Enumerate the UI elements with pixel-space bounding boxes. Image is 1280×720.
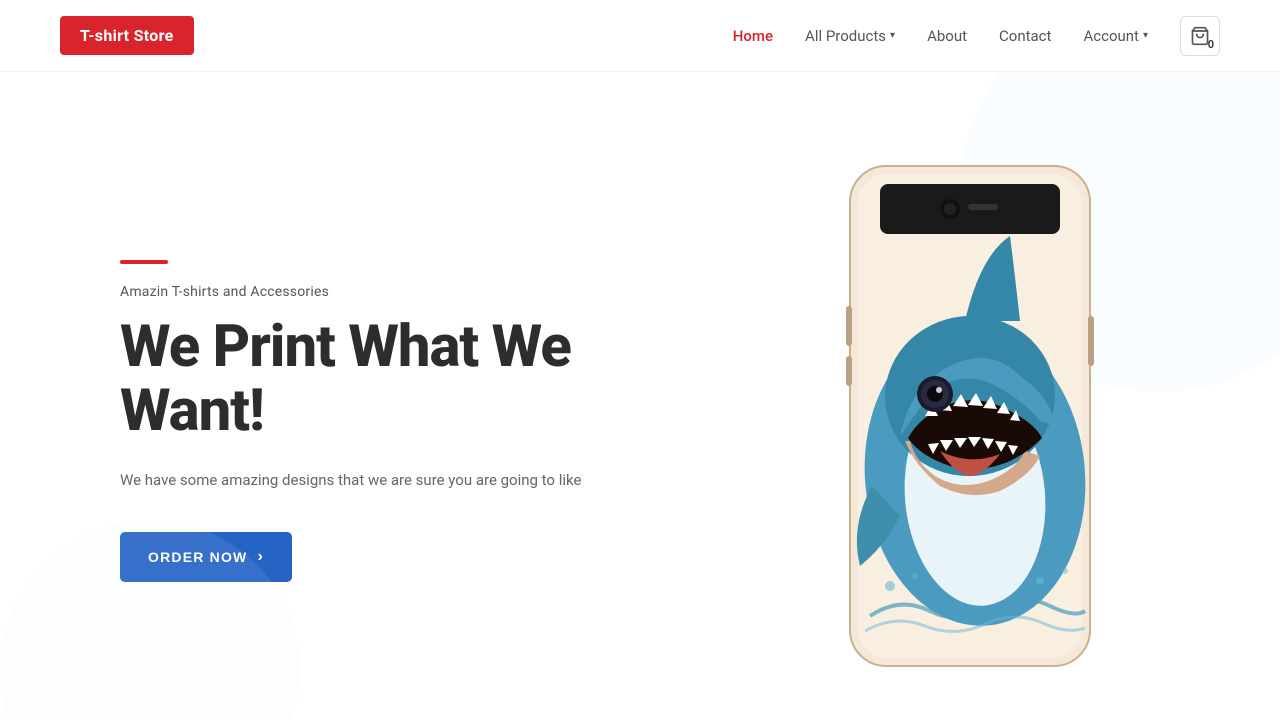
arrow-right-icon: ›: [257, 548, 264, 566]
nav-account-label: Account: [1083, 27, 1139, 45]
nav-account[interactable]: Account ▾: [1083, 27, 1148, 45]
chevron-down-icon-account: ▾: [1143, 30, 1148, 41]
hero-image: [720, 112, 1220, 720]
header: T-shirt Store Home All Products ▾ About …: [0, 0, 1280, 72]
hero-description: We have some amazing designs that we are…: [120, 468, 640, 492]
hero-title: We Print What We Want!: [120, 316, 640, 444]
logo[interactable]: T-shirt Store: [60, 16, 194, 55]
hero-title-line2: Want!: [120, 377, 264, 445]
chevron-down-icon: ▾: [890, 30, 895, 41]
hero-divider: [120, 260, 168, 264]
nav-products[interactable]: All Products ▾: [805, 27, 895, 45]
order-btn-label: ORDER NOW: [148, 549, 247, 565]
hero-subtitle: Amazin T-shirts and Accessories: [120, 284, 640, 300]
nav-about[interactable]: About: [927, 27, 967, 45]
nav-products-label: All Products: [805, 27, 886, 45]
hero-title-line1: We Print What We: [120, 313, 571, 381]
main-nav: Home All Products ▾ About Contact Accoun…: [733, 16, 1220, 56]
nav-home[interactable]: Home: [733, 27, 773, 45]
cart-count: 0: [1208, 38, 1214, 51]
phone-mockup-illustration: [820, 156, 1120, 676]
nav-contact[interactable]: Contact: [999, 27, 1051, 45]
order-now-button[interactable]: ORDER NOW ›: [120, 532, 292, 582]
hero-content: Amazin T-shirts and Accessories We Print…: [120, 250, 640, 582]
cart-button[interactable]: 0: [1180, 16, 1220, 56]
hero-section: Amazin T-shirts and Accessories We Print…: [0, 72, 1280, 720]
